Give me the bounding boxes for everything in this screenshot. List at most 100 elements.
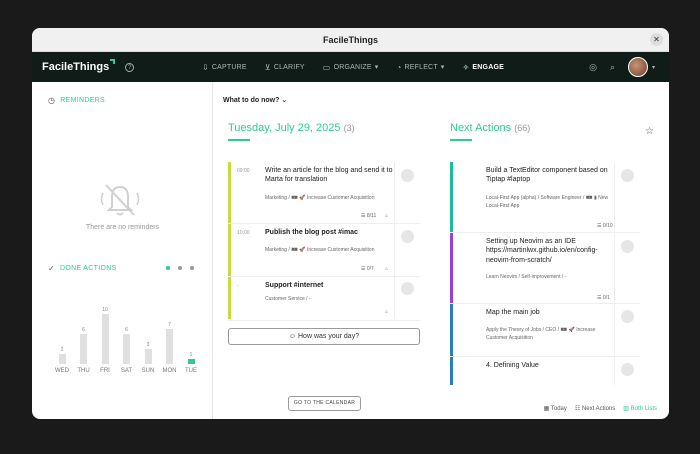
compass-icon: ✧ [462, 62, 470, 72]
help-icon[interactable]: ? [125, 62, 135, 72]
app-window: FacileThings ✕ FacileThings ? ⇩ CAPTURE ⊻… [32, 28, 669, 419]
nav-organize[interactable]: ▭ ORGANIZE ▾ [323, 63, 379, 72]
logo[interactable]: FacileThings [42, 59, 116, 73]
subtask-count: ☰ 0/10 [597, 223, 613, 229]
nav-reflect[interactable]: ◔ REFLECT ▾ [396, 63, 444, 72]
next-actions-underline [450, 139, 472, 141]
bar [123, 334, 130, 364]
bar [166, 329, 173, 364]
no-reminders-text: There are no reminders [85, 224, 160, 231]
bar-day-label: SUN [141, 368, 155, 374]
task-meta: Customer Service / - [265, 296, 311, 302]
task-meta: Apply the Theory of Jobs / CEO / 🀰 🚀 Inc… [486, 327, 596, 341]
list-icon: ☷ [574, 406, 581, 412]
main-panel: What to do now? ⌄ Tuesday, July 29, 2025… [214, 82, 669, 419]
bulb-icon: ◔ [396, 62, 402, 72]
star-icon[interactable]: ☆ [645, 126, 654, 137]
task-title: Write an article for the blog and send i… [265, 167, 393, 184]
how-was-your-day-button[interactable]: ☺ How was your day? [228, 328, 420, 345]
bar [80, 334, 87, 364]
bar [101, 314, 109, 364]
complete-check[interactable] [621, 363, 634, 376]
chart-bar-fri: 10 [95, 307, 115, 364]
today-task[interactable]: 09:00 Write an article for the blog and … [228, 162, 420, 223]
chart-bar-thu: 6 [74, 327, 94, 364]
next-action-task[interactable]: 4. Defining Value [450, 357, 640, 385]
sidebar: ◷ REMINDERS There are no reminders ✓ DON… [32, 82, 213, 419]
complete-check[interactable] [621, 169, 634, 182]
nav-engage[interactable]: ✧ ENGAGE [463, 63, 504, 72]
bar-value: 6 [125, 327, 128, 333]
today-task[interactable]: 10:00 Publish the blog post #imac Market… [228, 224, 420, 276]
nav-capture[interactable]: ⇩ CAPTURE [202, 63, 247, 72]
bar-day-label: TUE [185, 368, 197, 374]
bar-day-label: THU [77, 368, 90, 374]
task-meta: Learn Neovim / Self-improvement / - [486, 274, 567, 280]
carousel-dot[interactable] [166, 266, 170, 270]
task-title: Setting up Neovim as an IDE https://mart… [486, 238, 598, 264]
carousel-dot[interactable] [178, 266, 182, 270]
inbox-icon: ⇩ [202, 62, 209, 72]
bar-day-label: FRI [100, 368, 110, 374]
complete-check[interactable] [621, 240, 634, 253]
chart-bar-tue: 1 [181, 352, 201, 364]
bar-value: 7 [168, 322, 171, 328]
chevron-down-icon: ▾ [374, 64, 379, 71]
complete-check[interactable] [401, 282, 414, 295]
view-today[interactable]: ▦ Today [544, 405, 567, 412]
next-action-task[interactable]: Build a TextEditor component based on Ti… [450, 162, 640, 232]
complete-check[interactable] [621, 310, 634, 323]
bar-value: 10 [102, 307, 108, 313]
task-title: Map the main job [486, 309, 540, 316]
complete-check[interactable] [401, 169, 414, 182]
link-icon: ⌂ [385, 213, 389, 219]
go-to-calendar-button[interactable]: GO TO THE CALENDAR [288, 396, 361, 411]
chart-bar-sat: 6 [117, 327, 137, 364]
view-switcher: ▦ Today ☷ Next Actions ▥ Both Lists [544, 405, 657, 412]
bar-value: 6 [82, 327, 85, 333]
clock-icon: ◷ [48, 96, 56, 105]
search-icon[interactable]: ⌕ [610, 62, 615, 73]
next-action-task[interactable]: Setting up Neovim as an IDE https://mart… [450, 233, 640, 303]
bar-value: 2 [60, 347, 64, 353]
smile-icon: ☺ [288, 333, 297, 340]
view-both-lists[interactable]: ▥ Both Lists [623, 405, 657, 412]
link-icon: ⌂ [385, 309, 389, 315]
next-actions-header: Next Actions (66) [450, 122, 531, 134]
bar-value: 3 [146, 342, 150, 348]
carousel-dots [166, 266, 194, 270]
bar [144, 349, 152, 364]
task-title: Support #internet [265, 282, 324, 289]
chevron-down-icon: ⌄ [281, 97, 288, 104]
task-meta: Local-First App (alpha) / Software Engin… [486, 195, 609, 209]
columns-icon: ▥ [623, 406, 629, 412]
nav-clarify[interactable]: ⊻ CLARIFY [265, 63, 305, 72]
main-navbar: FacileThings ? ⇩ CAPTURE ⊻ CLARIFY ▭ ORGANI… [32, 52, 669, 82]
task-title: 4. Defining Value [486, 362, 539, 369]
bar-day-label: SAT [120, 368, 133, 374]
close-icon[interactable]: ✕ [650, 33, 663, 46]
chevron-down-icon: ▾ [440, 64, 445, 71]
funnel-icon: ⊻ [264, 62, 271, 72]
chart-bar-wed: 2 [52, 347, 72, 364]
link-icon: ⌂ [385, 266, 389, 272]
reminders-header: ◷ REMINDERS [48, 96, 105, 105]
bar [187, 359, 195, 364]
bar [58, 354, 66, 364]
complete-check[interactable] [401, 230, 414, 243]
chevron-down-icon[interactable]: ▾ [652, 64, 655, 71]
chart-bar-mon: 7 [160, 322, 180, 364]
calendar-icon: ▦ [543, 406, 550, 412]
subtask-count: ☰ 8/11 [361, 213, 377, 219]
chart-bar-sun: 3 [138, 342, 158, 364]
next-action-task[interactable]: Map the main job Apply the Theory of Job… [450, 304, 640, 356]
window-title: FacileThings [322, 34, 378, 45]
carousel-dot[interactable] [190, 266, 194, 270]
what-to-do-dropdown[interactable]: What to do now? ⌄ [223, 96, 287, 104]
task-meta: Marketing / 🀰 🚀 Increase Customer Acquis… [265, 247, 375, 253]
avatar[interactable] [627, 57, 648, 77]
view-next-actions[interactable]: ☷ Next Actions [575, 405, 615, 412]
target-icon[interactable]: ◎ [589, 62, 597, 73]
check-icon: ✓ [48, 264, 56, 273]
today-task[interactable]: - Support #internet Customer Service / -… [228, 277, 420, 319]
